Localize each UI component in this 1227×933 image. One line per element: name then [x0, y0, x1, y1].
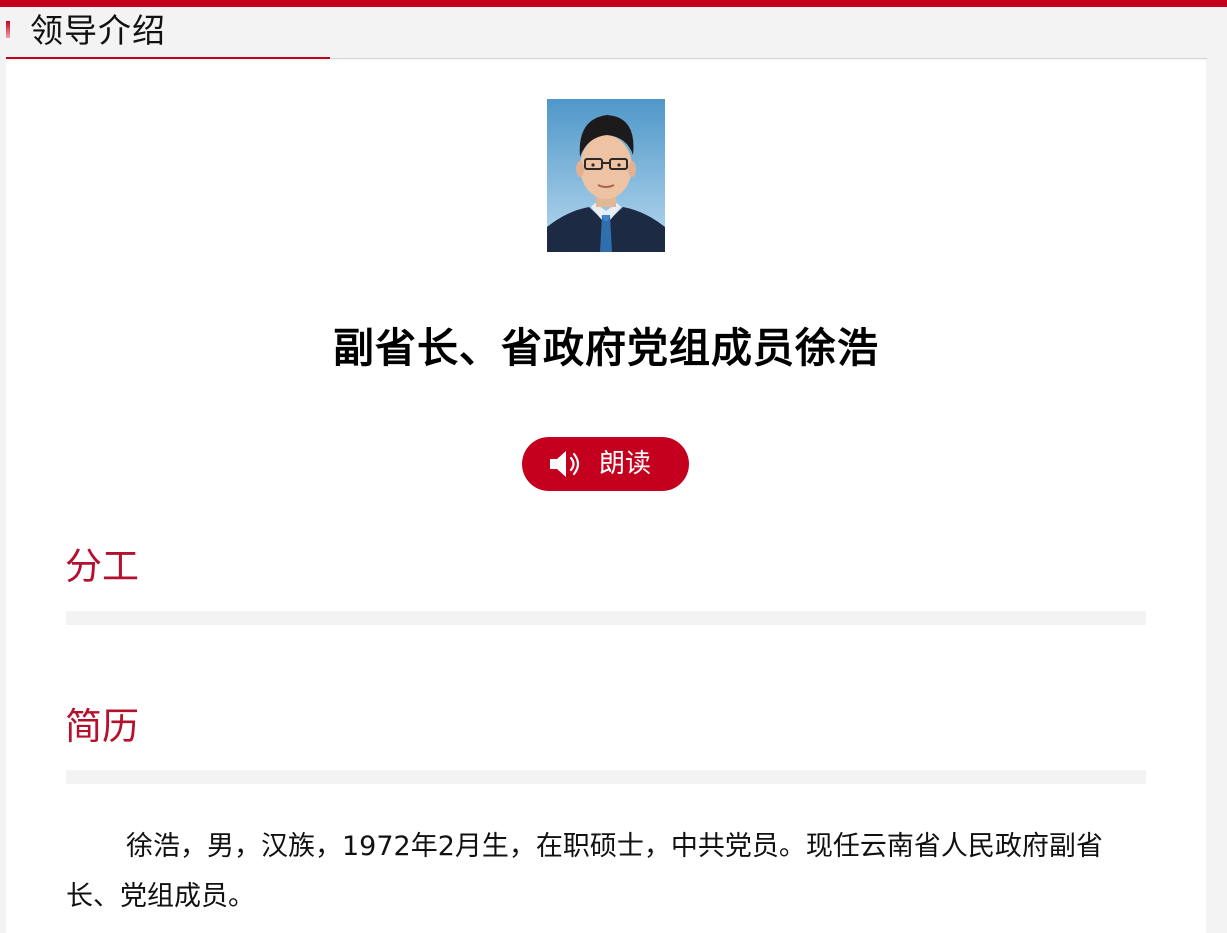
header-underline-active — [6, 57, 330, 59]
header-underline — [330, 58, 1207, 59]
section-divider-resume — [66, 770, 1146, 784]
header-marker-icon — [6, 21, 10, 38]
read-aloud-button[interactable]: 朗读 — [522, 437, 689, 491]
read-aloud-label: 朗读 — [599, 449, 652, 479]
leader-photo — [547, 99, 665, 252]
section-heading-duty: 分工 — [65, 545, 139, 588]
top-accent-bar — [0, 0, 1227, 7]
section-heading-resume: 简历 — [65, 705, 139, 748]
section-divider-duty — [66, 611, 1146, 625]
page-title: 领导介绍 — [30, 11, 166, 50]
portrait-image — [547, 99, 665, 252]
page-header: 领导介绍 — [0, 7, 1227, 59]
resume-text: 徐浩，男，汉族，1972年2月生，在职硕士，中共党员。现任云南省人民政府副省长、… — [66, 831, 1103, 912]
speaker-icon — [550, 451, 580, 477]
content-card: 副省长、省政府党组成员徐浩 朗读 分工 简历 徐浩，男，汉族，1972年2月生，… — [6, 60, 1206, 933]
leader-title: 副省长、省政府党组成员徐浩 — [333, 324, 879, 372]
